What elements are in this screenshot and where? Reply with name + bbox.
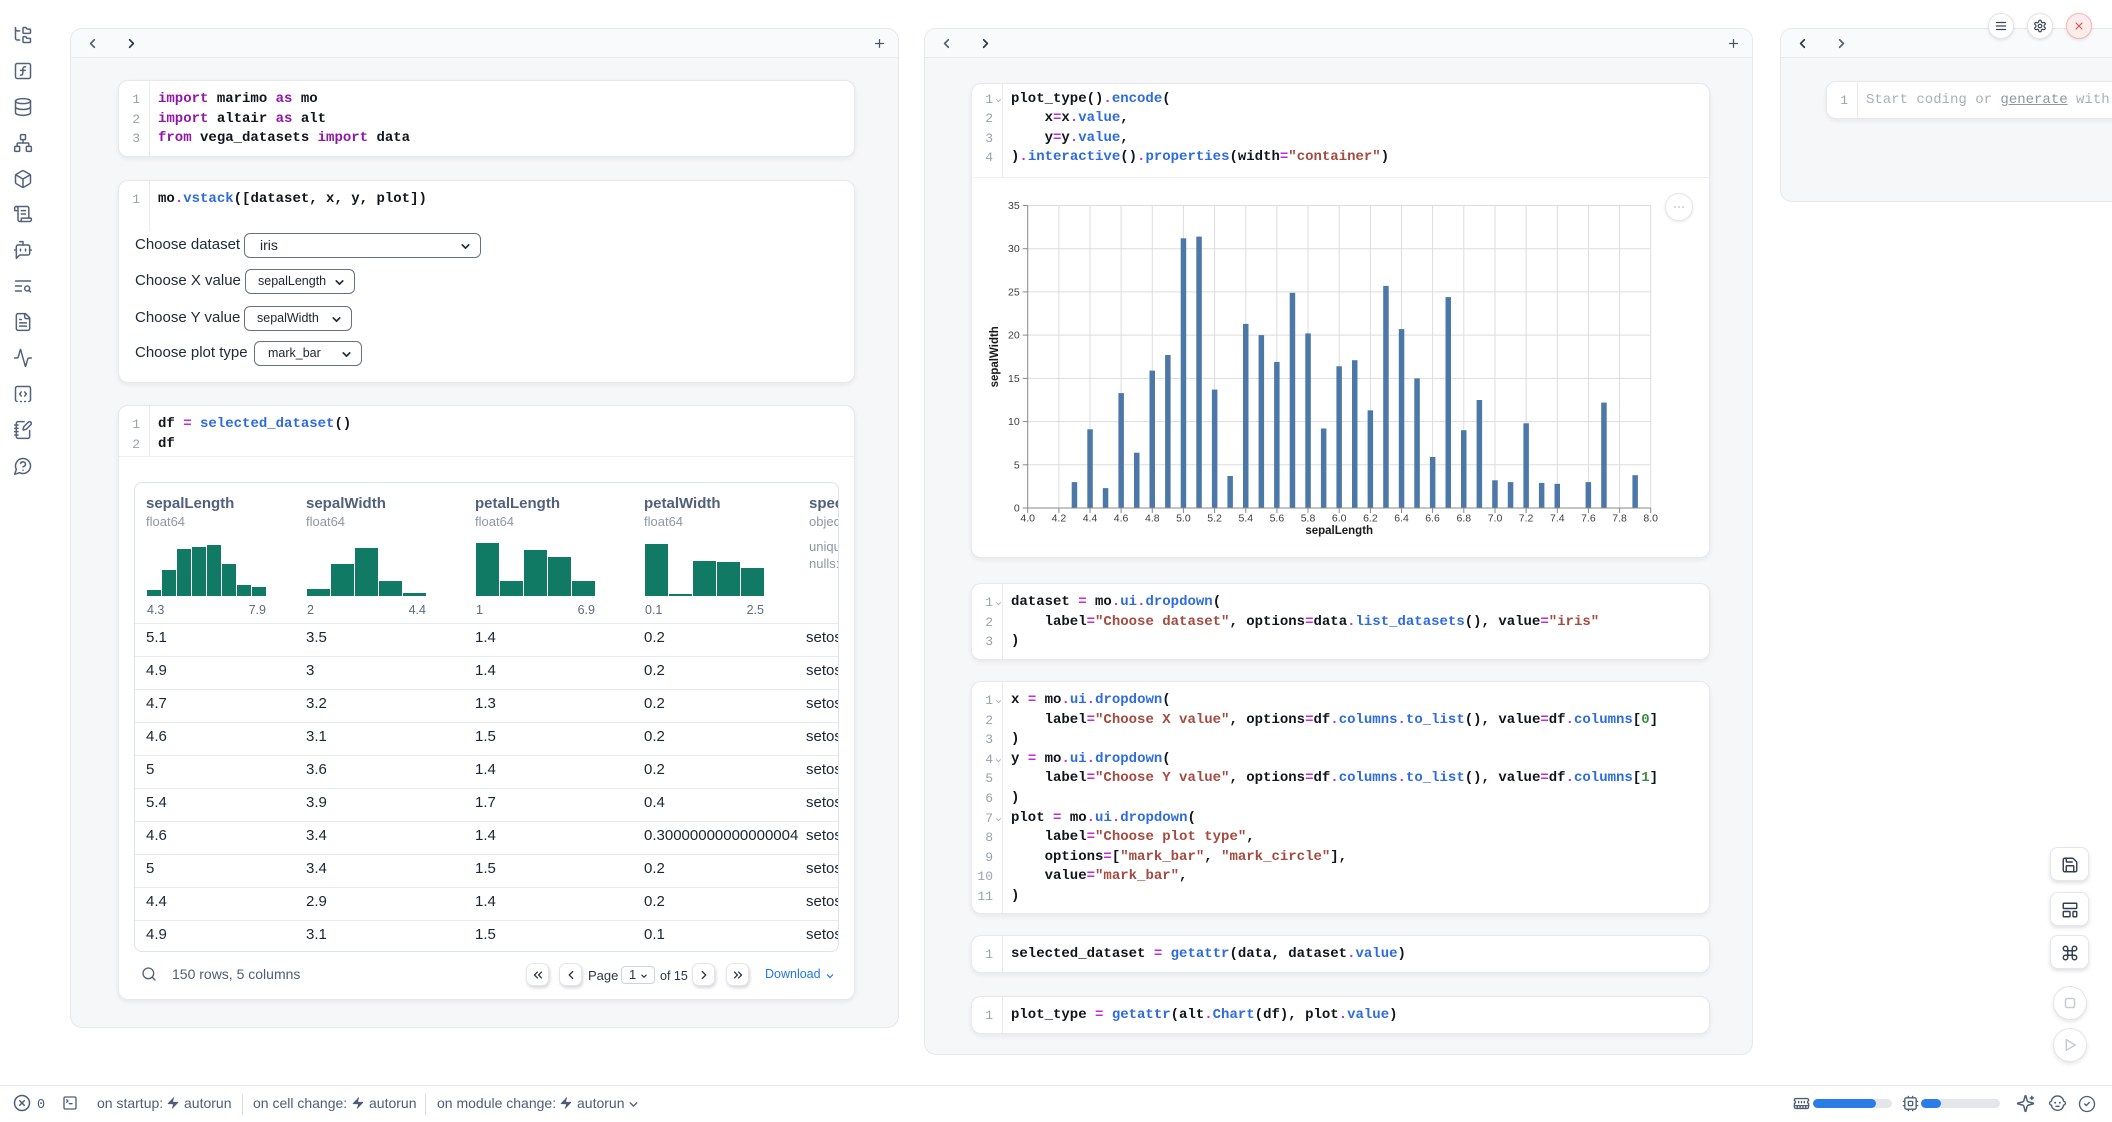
- svg-text:7.2: 7.2: [1519, 513, 1534, 525]
- svg-text:5.4: 5.4: [1238, 513, 1253, 525]
- svg-text:5.8: 5.8: [1301, 513, 1316, 525]
- svg-text:6.2: 6.2: [1363, 513, 1378, 525]
- svg-text:6.4: 6.4: [1394, 513, 1409, 525]
- svg-text:sepalLength: sepalLength: [1305, 525, 1373, 537]
- svg-text:8.0: 8.0: [1643, 513, 1658, 525]
- svg-text:sepalWidth: sepalWidth: [989, 326, 1001, 387]
- svg-text:4.0: 4.0: [1020, 513, 1035, 525]
- svg-text:5.6: 5.6: [1270, 513, 1285, 525]
- svg-text:15: 15: [1008, 373, 1020, 385]
- svg-text:7.0: 7.0: [1488, 513, 1503, 525]
- svg-text:10: 10: [1008, 416, 1020, 428]
- svg-text:5.2: 5.2: [1207, 513, 1222, 525]
- svg-text:5: 5: [1014, 459, 1020, 471]
- svg-text:5.0: 5.0: [1176, 513, 1191, 525]
- svg-text:35: 35: [1008, 200, 1020, 212]
- svg-text:7.4: 7.4: [1550, 513, 1565, 525]
- svg-text:4.2: 4.2: [1052, 513, 1067, 525]
- svg-text:20: 20: [1008, 330, 1020, 342]
- svg-text:6.0: 6.0: [1332, 513, 1347, 525]
- svg-text:30: 30: [1008, 243, 1020, 255]
- svg-text:4.4: 4.4: [1083, 513, 1098, 525]
- svg-text:4.8: 4.8: [1145, 513, 1160, 525]
- svg-text:4.6: 4.6: [1114, 513, 1129, 525]
- svg-text:7.8: 7.8: [1612, 513, 1627, 525]
- svg-text:7.6: 7.6: [1581, 513, 1596, 525]
- svg-text:6.6: 6.6: [1425, 513, 1440, 525]
- svg-text:0: 0: [1014, 503, 1020, 515]
- svg-text:6.8: 6.8: [1456, 513, 1471, 525]
- svg-text:25: 25: [1008, 286, 1020, 298]
